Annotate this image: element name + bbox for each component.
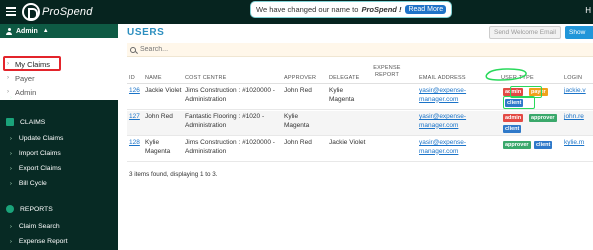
chevron-right-icon: ›: [10, 165, 12, 172]
user-icon: [6, 28, 12, 35]
announcement-brand: ProSpend !: [361, 5, 402, 14]
page-title: USERS: [127, 27, 165, 38]
sidebar-item-expense-report[interactable]: › Expense Report: [10, 238, 68, 245]
logo-text: ProSpend: [42, 6, 93, 18]
chevron-right-icon: ›: [10, 223, 12, 230]
chevron-right-icon: ›: [10, 180, 12, 187]
badge-admin: admin: [503, 114, 524, 122]
chevron-right-icon: ›: [7, 89, 9, 95]
sidebar-item-export-claims[interactable]: › Export Claims: [10, 165, 61, 172]
search-icon: [130, 46, 136, 53]
submenu-item-payer[interactable]: › Payer: [7, 72, 35, 84]
top-bar: ProSpend We have changed our name to Pro…: [0, 0, 593, 24]
results-summary: 3 items found, displaying 1 to 3.: [129, 171, 218, 178]
sidebar-item-claim-search[interactable]: › Claim Search: [10, 223, 60, 230]
app-window: ProSpend We have changed our name to Pro…: [0, 0, 593, 250]
cell-name: John Red: [145, 113, 173, 120]
cell-id[interactable]: 126: [129, 87, 140, 96]
claims-icon: [6, 118, 14, 126]
badge-approver: approver: [503, 141, 531, 149]
cell-login[interactable]: john.re: [564, 113, 584, 122]
admin-submenu: › My Claims › Payer › Admin: [0, 38, 118, 100]
submenu-item-label: Payer: [15, 73, 35, 83]
column-header-email[interactable]: EMAIL ADDRESS: [419, 75, 466, 82]
read-more-button[interactable]: Read More: [405, 5, 447, 14]
main-content: USERS Send Welcome Email Show ID NAME CO…: [118, 24, 593, 250]
search-bar[interactable]: [127, 43, 593, 57]
announcement-text: We have changed our name to: [256, 5, 359, 14]
chevron-right-icon: ›: [7, 75, 9, 81]
table-row[interactable]: 128 Kylie Magenta Jims Construction : #1…: [127, 137, 593, 162]
column-header-approver[interactable]: APPROVER: [284, 75, 316, 82]
user-menu-initial[interactable]: H: [585, 6, 591, 15]
admin-menu-label: Admin: [16, 27, 38, 35]
section-title: CLAIMS: [20, 118, 46, 126]
chevron-right-icon: ›: [10, 135, 12, 142]
column-header-id[interactable]: ID: [129, 75, 135, 82]
reports-icon: [6, 205, 14, 213]
cell-delegate: Jackie Violet: [329, 139, 366, 146]
search-input[interactable]: [140, 46, 440, 53]
sidebar-item-label: Bill Cycle: [18, 180, 47, 187]
chevron-right-icon: ›: [10, 94, 12, 101]
send-welcome-email-button[interactable]: Send Welcome Email: [489, 26, 561, 39]
column-header-cost-centre[interactable]: COST CENTRE: [185, 75, 227, 82]
sidebar-item-users[interactable]: › Users: [10, 94, 37, 101]
cell-approver: John Red: [284, 139, 312, 146]
sidebar-section-reports: REPORTS: [6, 205, 53, 213]
column-header-delegate[interactable]: DELEGATE: [329, 75, 360, 82]
cell-login[interactable]: jackie.v: [564, 87, 586, 96]
sidebar-item-update-claims[interactable]: › Update Claims: [10, 135, 63, 142]
app-logo[interactable]: ProSpend: [22, 2, 93, 22]
cell-approver: Kylie Magenta: [284, 113, 310, 129]
green-highlight-client: [503, 96, 535, 109]
table-row[interactable]: 127 John Red Fantastic Flooring : #1020 …: [127, 111, 593, 136]
sidebar-item-label: Import Claims: [18, 150, 61, 157]
cell-cost-centre: Jims Construction : #1020000 - Administr…: [185, 139, 275, 155]
column-header-expense-report[interactable]: EXPENSE REPORT: [372, 65, 402, 78]
cell-cost-centre: Fantastic Flooring : #1020 - Administrat…: [185, 113, 265, 129]
caret-up-icon: ▲: [42, 28, 49, 34]
prospend-logo-icon: [22, 3, 40, 21]
badge-client: client: [503, 125, 522, 133]
chevron-right-icon: ›: [10, 238, 12, 245]
hamburger-menu-icon[interactable]: [6, 7, 16, 16]
column-header-name[interactable]: NAME: [145, 75, 162, 82]
sidebar: Admin ▲ › My Claims › Payer › Admin › Us…: [0, 24, 118, 250]
announcement-banner: We have changed our name to ProSpend ! R…: [250, 1, 453, 18]
cell-delegate: Kylie Magenta: [329, 87, 355, 103]
sidebar-item-label: Export Claims: [18, 165, 62, 172]
cell-email[interactable]: yasir@expense-manager.com: [419, 113, 491, 130]
badge-client: client: [534, 141, 553, 149]
cell-email[interactable]: yasir@expense-manager.com: [419, 139, 491, 156]
red-highlight-box: [3, 56, 61, 71]
cell-approver: John Red: [284, 87, 312, 94]
sidebar-item-label: Claim Search: [18, 223, 60, 230]
chevron-right-icon: ›: [10, 150, 12, 157]
cell-id[interactable]: 128: [129, 139, 140, 148]
badge-approver: approver: [529, 114, 557, 122]
sidebar-item-label: Users: [18, 94, 37, 101]
sidebar-section-claims: CLAIMS: [6, 118, 45, 126]
cell-id[interactable]: 127: [129, 113, 140, 122]
admin-menu-toggle[interactable]: Admin ▲: [0, 24, 118, 38]
green-scribble-annotation: [485, 68, 527, 81]
column-header-login[interactable]: LOGIN: [564, 75, 582, 82]
cell-email[interactable]: yasir@expense-manager.com: [419, 87, 491, 104]
sidebar-item-label: Expense Report: [18, 238, 68, 245]
show-button[interactable]: Show: [565, 26, 593, 39]
cell-login[interactable]: kylie.m: [564, 139, 584, 148]
cell-name: Jackie Violet: [145, 87, 182, 94]
cell-name: Kylie Magenta: [145, 139, 171, 155]
sidebar-item-label: Update Claims: [18, 135, 64, 142]
sidebar-item-bill-cycle[interactable]: › Bill Cycle: [10, 180, 47, 187]
sidebar-item-import-claims[interactable]: › Import Claims: [10, 150, 61, 157]
cell-cost-centre: Jims Construction : #1020000 - Administr…: [185, 87, 275, 103]
section-title: REPORTS: [20, 205, 53, 213]
